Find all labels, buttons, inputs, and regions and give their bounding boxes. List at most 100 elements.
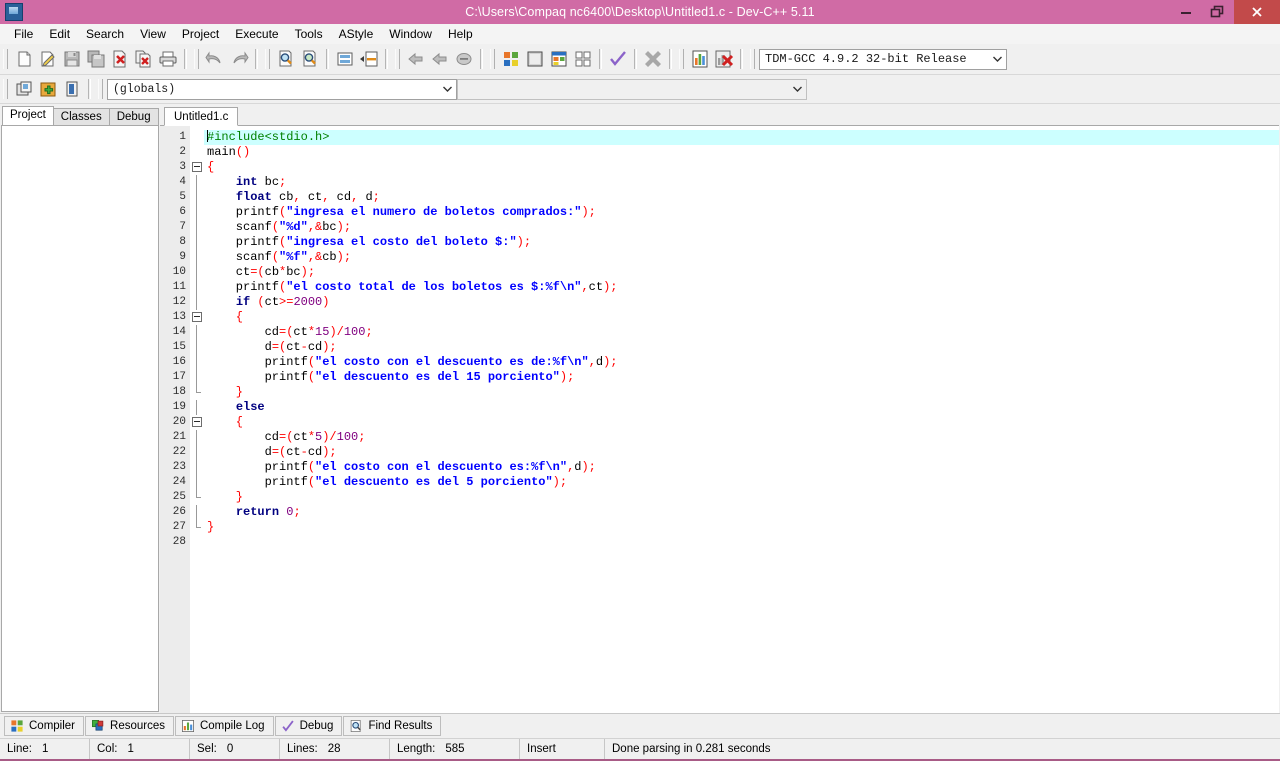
bottom-tab-compiler[interactable]: Compiler (4, 716, 85, 736)
menu-execute[interactable]: Execute (227, 25, 286, 43)
restore-icon[interactable] (1202, 0, 1234, 24)
bottom-tab-compile-log[interactable]: Compile Log (174, 716, 274, 736)
code-line[interactable]: } (204, 520, 1279, 535)
close-file-icon[interactable] (108, 47, 132, 71)
toolbar-grip[interactable] (265, 49, 270, 69)
code-editor[interactable]: 1 2 3 4 5 6 7 8 9 10 11 12 13 14 15 16 17 18 19 20 21 22 23 24 2… (160, 126, 1279, 713)
fold-row[interactable] (190, 430, 204, 445)
code-line[interactable]: { (204, 160, 1279, 175)
forward-icon[interactable] (428, 47, 452, 71)
menu-search[interactable]: Search (78, 25, 132, 43)
code-line[interactable]: cd=(ct*5)/100; (204, 430, 1279, 445)
new-file-icon[interactable] (12, 47, 36, 71)
code-line[interactable]: printf("el descuento es del 5 porciento"… (204, 475, 1279, 490)
status-insert-mode[interactable]: Insert (520, 739, 605, 759)
code-line[interactable]: d=(ct-cd); (204, 445, 1279, 460)
add-to-project-icon[interactable] (36, 77, 60, 101)
close-all-icon[interactable] (132, 47, 156, 71)
code-line[interactable] (204, 535, 1279, 550)
replace-icon[interactable] (298, 47, 322, 71)
stop-execution-icon[interactable] (641, 47, 665, 71)
bottom-tab-debug[interactable]: Debug (274, 716, 343, 736)
fold-row[interactable] (190, 355, 204, 370)
menu-window[interactable]: Window (381, 25, 440, 43)
menu-view[interactable]: View (132, 25, 174, 43)
fold-row[interactable] (190, 460, 204, 475)
compile-icon[interactable] (499, 47, 523, 71)
project-options-icon[interactable] (60, 77, 84, 101)
code-line[interactable]: } (204, 490, 1279, 505)
code-line[interactable]: else (204, 400, 1279, 415)
fold-row[interactable] (190, 250, 204, 265)
code-line[interactable]: main() (204, 145, 1279, 160)
project-tree[interactable] (1, 125, 159, 712)
fold-row[interactable] (190, 145, 204, 160)
back-icon[interactable] (404, 47, 428, 71)
rebuild-all-icon[interactable] (571, 47, 595, 71)
undo-icon[interactable] (203, 47, 227, 71)
code-line[interactable]: printf("el descuento es del 15 porciento… (204, 370, 1279, 385)
menu-edit[interactable]: Edit (41, 25, 78, 43)
code-line[interactable]: printf("ingresa el numero de boletos com… (204, 205, 1279, 220)
fold-row[interactable] (190, 400, 204, 415)
code-line[interactable]: scanf("%f",&cb); (204, 250, 1279, 265)
toolbar-grip[interactable] (98, 79, 103, 99)
redo-icon[interactable] (227, 47, 251, 71)
code-line[interactable]: } (204, 385, 1279, 400)
find-icon[interactable] (274, 47, 298, 71)
fold-row[interactable] (190, 505, 204, 520)
fold-row[interactable] (190, 310, 204, 325)
chevron-down-icon[interactable] (439, 80, 456, 99)
fold-collapse-icon[interactable] (192, 417, 202, 427)
code-line[interactable]: printf("el costo total de los boletos es… (204, 280, 1279, 295)
fold-row[interactable] (190, 190, 204, 205)
toolbar-grip[interactable] (750, 49, 755, 69)
fold-row[interactable] (190, 370, 204, 385)
open-file-icon[interactable] (36, 47, 60, 71)
code-line[interactable]: printf("ingresa el costo del boleto $:")… (204, 235, 1279, 250)
code-line[interactable]: cd=(ct*15)/100; (204, 325, 1279, 340)
tab-project[interactable]: Project (2, 106, 54, 125)
fold-collapse-icon[interactable] (192, 312, 202, 322)
fold-row[interactable] (190, 490, 204, 505)
fold-row[interactable] (190, 175, 204, 190)
fold-row[interactable] (190, 535, 204, 550)
toolbar-grip[interactable] (395, 49, 400, 69)
fold-row[interactable] (190, 235, 204, 250)
fold-row[interactable] (190, 220, 204, 235)
fold-row[interactable] (190, 295, 204, 310)
code-line[interactable]: { (204, 415, 1279, 430)
fold-collapse-icon[interactable] (192, 162, 202, 172)
fold-row[interactable] (190, 475, 204, 490)
fold-row[interactable] (190, 340, 204, 355)
toggle-breakpoint-icon[interactable] (452, 47, 476, 71)
bottom-tab-resources[interactable]: Resources (85, 716, 174, 736)
toolbar-grip[interactable] (194, 49, 199, 69)
editor-tab-untitled1[interactable]: Untitled1.c (164, 107, 239, 126)
code-line[interactable]: printf("el costo con el descuento es de:… (204, 355, 1279, 370)
syntax-check-icon[interactable] (606, 47, 630, 71)
run-icon[interactable] (523, 47, 547, 71)
code-line[interactable]: return 0; (204, 505, 1279, 520)
menu-help[interactable]: Help (440, 25, 481, 43)
close-icon[interactable] (1234, 0, 1280, 24)
fold-row[interactable] (190, 130, 204, 145)
toolbar-grip[interactable] (679, 49, 684, 69)
fold-row[interactable] (190, 415, 204, 430)
compile-run-icon[interactable] (547, 47, 571, 71)
code-line[interactable]: d=(ct-cd); (204, 340, 1279, 355)
delete-profile-icon[interactable] (712, 47, 736, 71)
code-line[interactable]: float cb, ct, cd, d; (204, 190, 1279, 205)
goto-function-icon[interactable] (357, 47, 381, 71)
fold-margin[interactable] (190, 126, 204, 713)
save-file-icon[interactable] (60, 47, 84, 71)
tab-debug[interactable]: Debug (108, 108, 159, 125)
fold-row[interactable] (190, 325, 204, 340)
toolbar-grip[interactable] (3, 79, 8, 99)
goto-line-icon[interactable] (333, 47, 357, 71)
menu-astyle[interactable]: AStyle (331, 25, 382, 43)
code-line[interactable]: ct=(cb*bc); (204, 265, 1279, 280)
code-line[interactable]: #include<stdio.h> (204, 130, 1279, 145)
code-line[interactable]: { (204, 310, 1279, 325)
chevron-down-icon[interactable] (989, 50, 1006, 69)
